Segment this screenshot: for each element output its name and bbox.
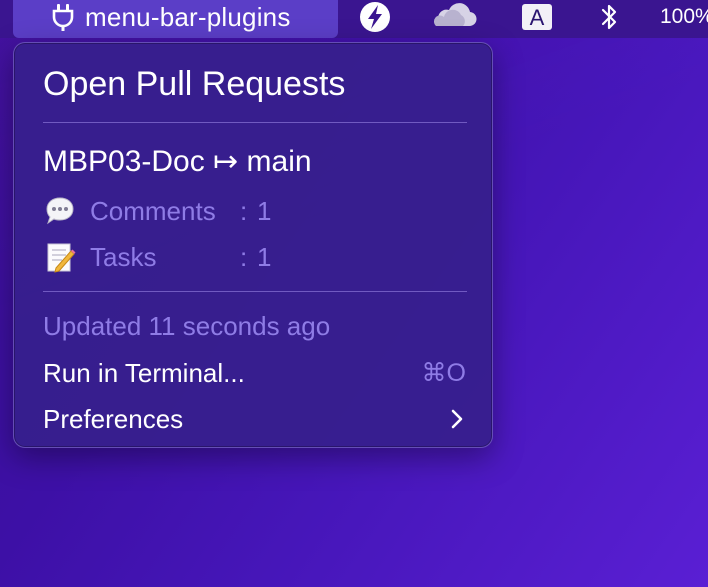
- menu-bar-plugins-item[interactable]: menu-bar-plugins: [13, 0, 338, 38]
- menu-bar: menu-bar-plugins A 100%: [0, 0, 708, 38]
- menu-separator: [43, 122, 467, 123]
- cloud-icon[interactable]: [433, 0, 479, 34]
- menu-separator: [43, 291, 467, 292]
- comments-separator: :: [240, 196, 248, 226]
- tasks-count: 1: [257, 242, 272, 272]
- bluetooth-icon[interactable]: [597, 0, 621, 34]
- speech-bubble-icon: [46, 197, 74, 225]
- bolt-icon[interactable]: [357, 0, 393, 34]
- pull-request-title[interactable]: MBP03-Doc ↦ main: [43, 143, 312, 181]
- tasks-label: Tasks: [90, 242, 157, 272]
- input-source-icon[interactable]: A: [522, 4, 552, 30]
- run-in-terminal-item[interactable]: Run in Terminal... ⌘O: [14, 353, 492, 393]
- updated-status: Updated 11 seconds ago: [43, 311, 331, 341]
- comments-label: Comments: [90, 196, 216, 226]
- preferences-item[interactable]: Preferences: [14, 399, 492, 439]
- tasks-separator: :: [240, 242, 248, 272]
- run-in-terminal-label: Run in Terminal...: [43, 358, 245, 388]
- run-in-terminal-shortcut: ⌘O: [421, 359, 466, 387]
- comments-count: 1: [257, 196, 272, 226]
- chevron-right-icon: [451, 409, 463, 429]
- plug-icon: [52, 4, 74, 31]
- plugin-dropdown-menu: Open Pull Requests MBP03-Doc ↦ main Comm…: [13, 42, 493, 448]
- menu-bar-plugins-label: menu-bar-plugins: [85, 2, 291, 32]
- preferences-label: Preferences: [43, 404, 184, 434]
- memo-icon: [47, 243, 76, 273]
- menu-title: Open Pull Requests: [43, 65, 346, 103]
- battery-percentage[interactable]: 100%: [660, 0, 708, 34]
